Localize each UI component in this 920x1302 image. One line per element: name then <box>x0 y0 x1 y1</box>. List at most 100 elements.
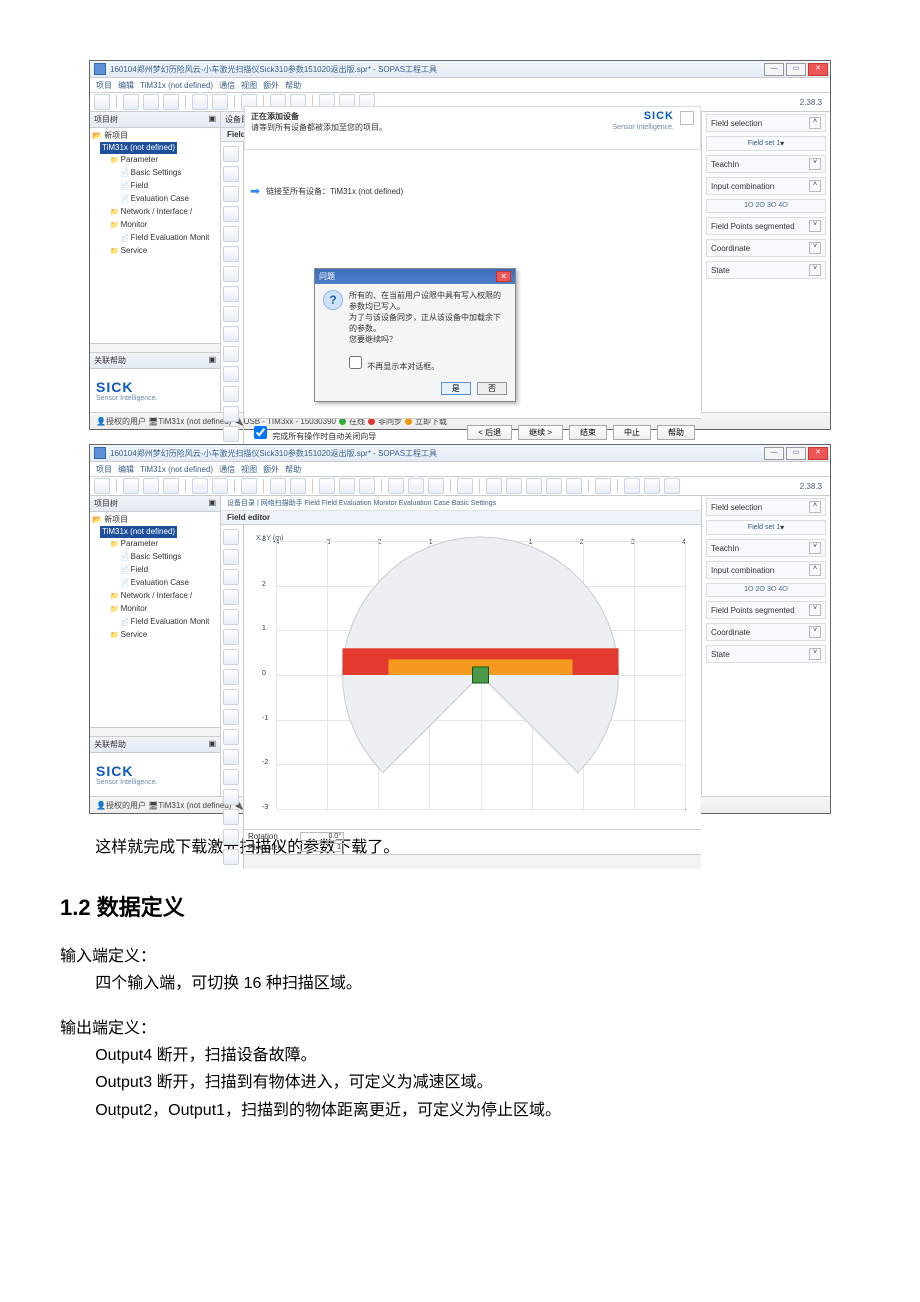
menu-view[interactable]: 视图 <box>241 80 257 91</box>
tb-icon[interactable] <box>192 478 208 494</box>
tb-icon[interactable] <box>566 478 582 494</box>
wizard-autoclose-checkbox[interactable]: 完成所有操作时自动关闭向导 <box>250 423 376 442</box>
tb-icon[interactable] <box>319 478 335 494</box>
wizard-cancel-button[interactable]: 中止 <box>613 425 651 440</box>
editor-canvas[interactable]: 问题 ✕ ? 所有的、在当前用户设限中具有写入权限的参数均已写入。 为了与该设备… <box>244 204 701 418</box>
h-scrollbar[interactable] <box>90 727 220 736</box>
tb-icon[interactable] <box>526 478 542 494</box>
collapse-icon[interactable]: ▣ <box>208 114 216 125</box>
row-state[interactable]: State˅ <box>706 261 826 279</box>
row-state[interactable]: State˅ <box>706 645 826 663</box>
row-field-selection[interactable]: Field selection˄ <box>706 498 826 516</box>
window-min-button[interactable]: — <box>764 63 784 76</box>
menu-extra[interactable]: 额外 <box>263 80 279 91</box>
tool-icon[interactable] <box>223 669 239 685</box>
tree-field[interactable]: Field <box>92 180 218 193</box>
dialog-close-icon[interactable]: ✕ <box>496 271 511 282</box>
tb-icon[interactable] <box>546 478 562 494</box>
tb-icon[interactable] <box>94 478 110 494</box>
tool-ruler-icon[interactable] <box>223 346 239 362</box>
tb-icon[interactable] <box>143 478 159 494</box>
tool-box-icon[interactable] <box>223 166 239 182</box>
tool-icon[interactable] <box>223 609 239 625</box>
tool-flag-icon[interactable] <box>223 366 239 382</box>
window-max-button[interactable]: ▭ <box>786 63 806 76</box>
row-input-combination[interactable]: Input combination˄ <box>706 561 826 579</box>
tool-forward-icon[interactable] <box>212 94 228 110</box>
tb-icon[interactable] <box>241 478 257 494</box>
row-coordinate[interactable]: Coordinate˅ <box>706 239 826 257</box>
h-scrollbar[interactable] <box>90 343 220 352</box>
row-field-selection[interactable]: Field selection˄ <box>706 114 826 132</box>
tool-new-icon[interactable] <box>94 94 110 110</box>
wizard-finish-button[interactable]: 结束 <box>569 425 607 440</box>
tool-icon[interactable] <box>223 809 239 825</box>
tool-icon[interactable] <box>223 649 239 665</box>
tool-icon[interactable] <box>223 689 239 705</box>
tool-info1-icon[interactable] <box>223 406 239 422</box>
tool-info2-icon[interactable] <box>223 426 239 442</box>
tool-icon[interactable] <box>223 589 239 605</box>
project-tree-2[interactable]: 📂 新项目 TiM31x (not defined) Parameter Bas… <box>90 512 220 727</box>
menu-help[interactable]: 帮助 <box>285 80 301 91</box>
tool-layers2-icon[interactable] <box>223 306 239 322</box>
tool-polygon-icon[interactable] <box>223 266 239 282</box>
tool-icon[interactable] <box>223 709 239 725</box>
dialog-yes-button[interactable]: 是 <box>441 382 471 395</box>
tb-icon[interactable] <box>624 478 640 494</box>
tree-service[interactable]: Service <box>92 245 218 258</box>
menu-edit[interactable]: 编辑 <box>118 80 134 91</box>
pixel-input[interactable]: 1 <box>300 843 344 852</box>
tb-icon[interactable] <box>664 478 680 494</box>
row-field-set[interactable]: Field set 1 ▾ <box>706 136 826 151</box>
tool-back-icon[interactable] <box>192 94 208 110</box>
tb-icon[interactable] <box>290 478 306 494</box>
tb-icon[interactable] <box>270 478 286 494</box>
bottom-ruler-2[interactable] <box>244 854 701 869</box>
expand-icon[interactable]: ˄ <box>809 117 821 129</box>
tree-monitor[interactable]: Monitor <box>92 219 218 232</box>
tb-icon[interactable] <box>595 478 611 494</box>
tool-icon[interactable] <box>223 629 239 645</box>
tool-icon[interactable] <box>223 569 239 585</box>
wizard-pin-icon[interactable] <box>680 111 694 125</box>
row-coordinate[interactable]: Coordinate˅ <box>706 623 826 641</box>
wizard-back-button[interactable]: < 后退 <box>467 425 512 440</box>
tree-evaluation-case[interactable]: Evaluation Case <box>92 193 218 206</box>
window-max-button[interactable]: ▭ <box>786 447 806 460</box>
row-field-points[interactable]: Field Points segmented˅ <box>706 217 826 235</box>
window-min-button[interactable]: — <box>764 447 784 460</box>
dialog-dont-show-checkbox[interactable]: 不再显示本对话框。 <box>345 362 439 371</box>
project-tree[interactable]: 📂 新项目 TiM31x (not defined) Parameter Bas… <box>90 128 220 343</box>
tree-basic-settings[interactable]: Basic Settings <box>92 167 218 180</box>
tool-icon[interactable] <box>223 789 239 805</box>
collapse-icon[interactable]: ▣ <box>208 498 216 509</box>
tree-device[interactable]: TiM31x (not defined) <box>100 142 177 154</box>
tb-icon[interactable] <box>388 478 404 494</box>
tb-icon[interactable] <box>123 478 139 494</box>
wizard-help-button[interactable]: 帮助 <box>657 425 695 440</box>
window-close-button[interactable]: ✕ <box>808 447 828 460</box>
row-field-points[interactable]: Field Points segmented˅ <box>706 601 826 619</box>
rotation-input[interactable]: 0.0° <box>300 832 344 841</box>
tool-saveall-icon[interactable] <box>163 94 179 110</box>
row-field-set[interactable]: Field set 1 ▾ <box>706 520 826 535</box>
help-collapse-icon[interactable]: ▣ <box>208 739 216 750</box>
window-close-button[interactable]: ✕ <box>808 63 828 76</box>
tool-grid-icon[interactable] <box>223 326 239 342</box>
dialog-no-button[interactable]: 否 <box>477 382 507 395</box>
tool-layers1-icon[interactable] <box>223 286 239 302</box>
tb-icon[interactable] <box>486 478 502 494</box>
tb-icon[interactable] <box>212 478 228 494</box>
tb-icon[interactable] <box>644 478 660 494</box>
tb-icon[interactable] <box>408 478 424 494</box>
tb-icon[interactable] <box>339 478 355 494</box>
tool-zoomin-icon[interactable] <box>223 186 239 202</box>
tool-icon[interactable] <box>223 749 239 765</box>
tool-icon[interactable] <box>223 729 239 745</box>
tool-icon[interactable] <box>223 529 239 545</box>
tool-icon[interactable] <box>223 769 239 785</box>
row-teachin[interactable]: TeachIn˅ <box>706 155 826 173</box>
tb-icon[interactable] <box>163 478 179 494</box>
tool-open-icon[interactable] <box>123 94 139 110</box>
